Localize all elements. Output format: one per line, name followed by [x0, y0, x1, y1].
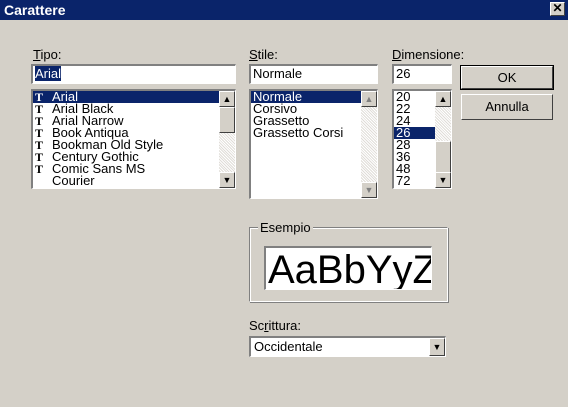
- stile-label: Stile:: [249, 47, 278, 62]
- scrittura-label: Scrittura:: [249, 318, 302, 333]
- title-bar: Carattere ✕: [0, 0, 568, 20]
- sample-preview: AaBbYyZz: [264, 246, 432, 290]
- script-select[interactable]: Occidentale ▼: [249, 336, 446, 357]
- size-list-scrollbar[interactable]: ▲ ▼: [435, 91, 451, 188]
- sample-group-label: Esempio: [258, 220, 313, 235]
- scroll-thumb[interactable]: [219, 107, 235, 133]
- cancel-button[interactable]: Annulla: [461, 94, 553, 120]
- close-icon[interactable]: ✕: [550, 2, 565, 16]
- scroll-thumb[interactable]: [435, 141, 451, 173]
- dimensione-label: Dimensione:: [392, 47, 465, 62]
- truetype-icon: T: [35, 162, 44, 176]
- size-input[interactable]: 26: [392, 64, 452, 84]
- scroll-down-icon[interactable]: ▼: [219, 172, 235, 188]
- list-item[interactable]: Courier: [33, 173, 235, 188]
- sample-group: Esempio AaBbYyZz: [249, 220, 448, 302]
- script-select-value: Occidentale: [254, 339, 323, 354]
- list-item-label: Courier: [52, 173, 95, 188]
- style-input[interactable]: Normale: [249, 64, 378, 84]
- tipo-label: Tipo:: [33, 47, 62, 62]
- list-item-label: 72: [396, 173, 411, 188]
- font-list-scrollbar[interactable]: ▲ ▼: [219, 91, 235, 188]
- list-item[interactable]: Grassetto Corsi: [251, 125, 377, 140]
- scroll-up-icon[interactable]: ▲: [361, 91, 377, 107]
- size-value: 26: [396, 66, 411, 81]
- ok-button[interactable]: OK: [460, 65, 554, 90]
- font-list[interactable]: T Arial T Arial Black T Arial Narrow T Book Ant…: [31, 89, 236, 189]
- scroll-down-icon[interactable]: ▼: [435, 172, 451, 188]
- sample-text: AaBbYyZz: [268, 248, 431, 290]
- font-name-value: Arial: [35, 66, 62, 81]
- scroll-up-icon[interactable]: ▲: [219, 91, 235, 107]
- style-list[interactable]: Normale Corsivo Grassetto Grassetto Corsi ▲…: [249, 89, 378, 199]
- size-list[interactable]: 20 22 24 26 28 36 48 72 ▲ ▼: [392, 89, 452, 189]
- scroll-up-icon[interactable]: ▲: [435, 91, 451, 107]
- list-item-label: Grassetto Corsi: [253, 125, 344, 140]
- style-list-scrollbar[interactable]: ▲ ▼: [361, 91, 377, 198]
- scroll-down-icon[interactable]: ▼: [361, 182, 377, 198]
- chevron-down-icon[interactable]: ▼: [429, 338, 445, 356]
- style-value: Normale: [253, 66, 303, 81]
- font-name-input[interactable]: Arial: [31, 64, 236, 84]
- dialog-title: Carattere: [4, 2, 66, 18]
